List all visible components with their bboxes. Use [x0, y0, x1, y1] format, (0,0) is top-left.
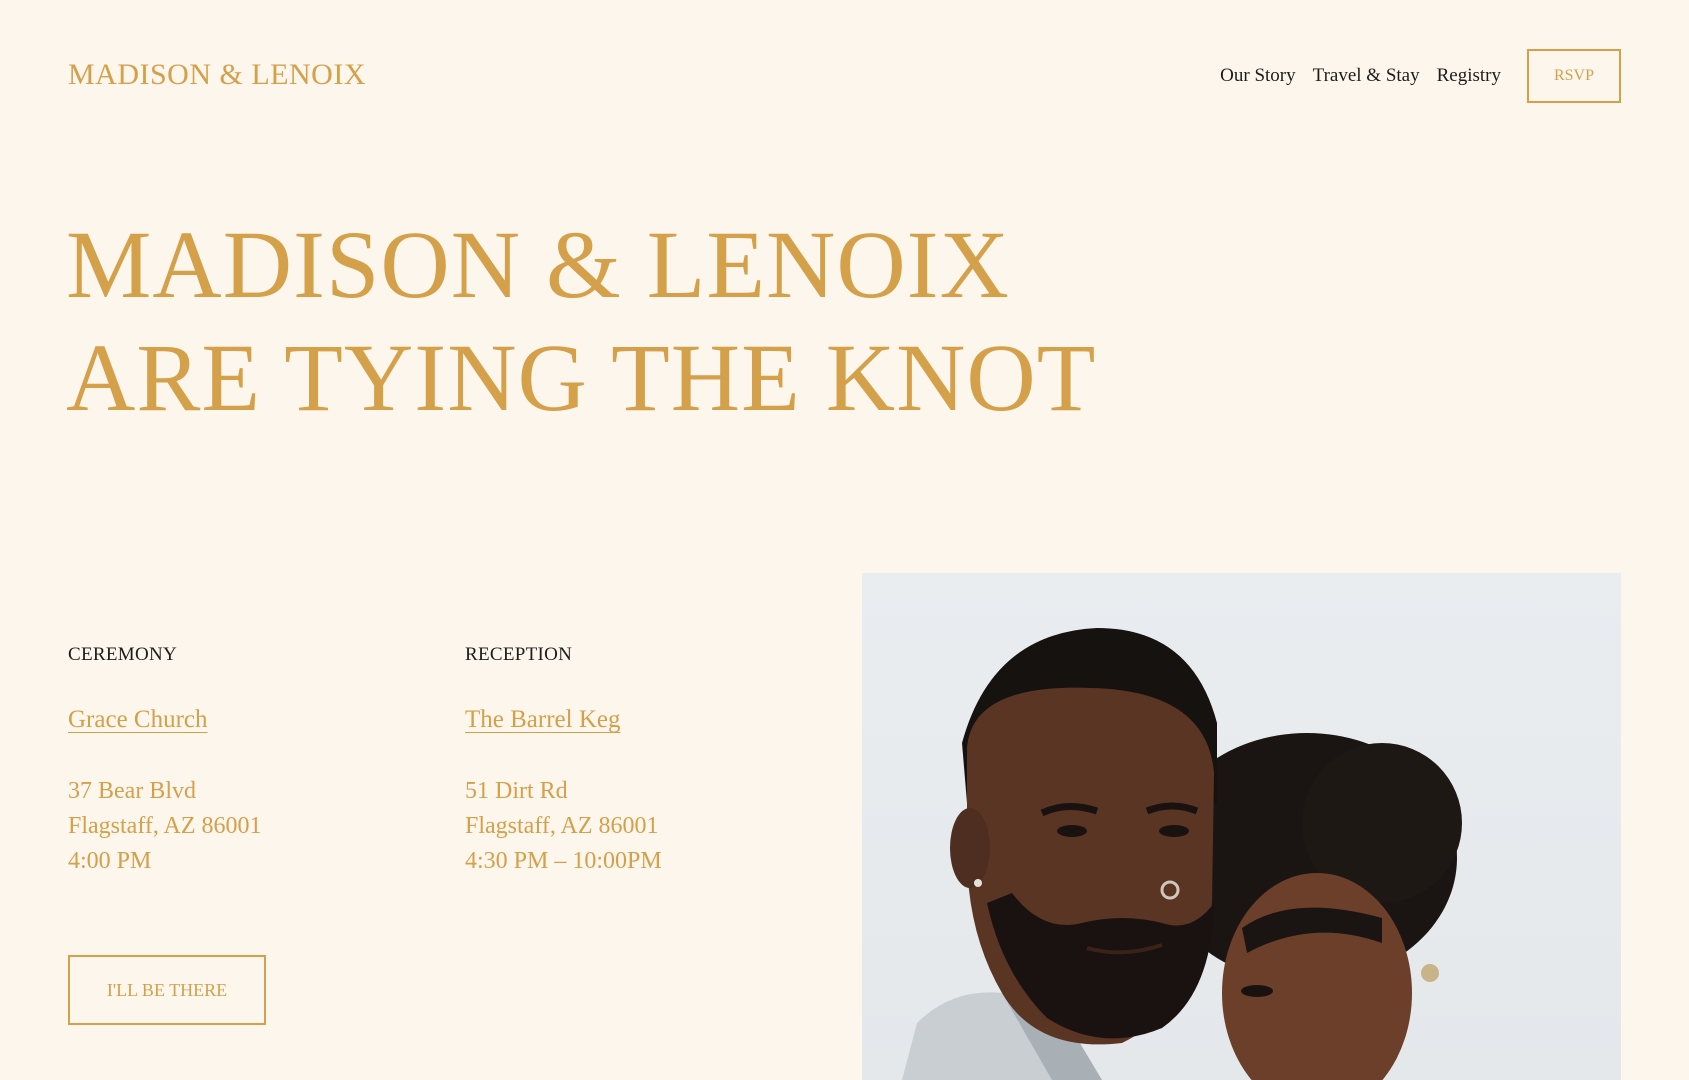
hero-title: MADISON & LENOIX ARE TYING THE KNOT [66, 208, 1096, 434]
nav-our-story[interactable]: Our Story [1220, 65, 1295, 87]
reception-street: 51 Dirt Rd [465, 778, 568, 804]
reception-section: RECEPTION The Barrel Keg 51 Dirt Rd Flag… [465, 644, 795, 879]
couple-photo [862, 573, 1621, 1080]
site-logo[interactable]: MADISON & LENOIX [68, 58, 366, 92]
main-nav: Our Story Travel & Stay Registry RSVP [1203, 49, 1621, 103]
ceremony-venue-link[interactable]: Grace Church [68, 706, 208, 734]
reception-time: 4:30 PM – 10:00PM [465, 848, 662, 874]
ceremony-street: 37 Bear Blvd [68, 778, 196, 804]
ceremony-time: 4:00 PM [68, 848, 152, 874]
nav-travel-stay[interactable]: Travel & Stay [1313, 65, 1420, 87]
reception-heading: RECEPTION [465, 644, 573, 665]
reception-address: 51 Dirt Rd Flagstaff, AZ 86001 4:30 PM –… [465, 774, 795, 879]
hero-line-1: MADISON & LENOIX [66, 211, 1010, 318]
ceremony-heading: CEREMONY [68, 644, 178, 665]
reception-city: Flagstaff, AZ 86001 [465, 813, 659, 839]
hero-line-2: ARE TYING THE KNOT [66, 324, 1097, 431]
reception-venue-link[interactable]: The Barrel Keg [465, 706, 620, 734]
nav-registry[interactable]: Registry [1437, 65, 1501, 87]
ceremony-section: CEREMONY Grace Church 37 Bear Blvd Flags… [68, 644, 398, 879]
ceremony-city: Flagstaff, AZ 86001 [68, 813, 262, 839]
couple-photo-illustration [902, 628, 1462, 1080]
attend-button[interactable]: I'LL BE THERE [68, 955, 266, 1025]
ceremony-address: 37 Bear Blvd Flagstaff, AZ 86001 4:00 PM [68, 774, 398, 879]
rsvp-button[interactable]: RSVP [1527, 49, 1621, 103]
